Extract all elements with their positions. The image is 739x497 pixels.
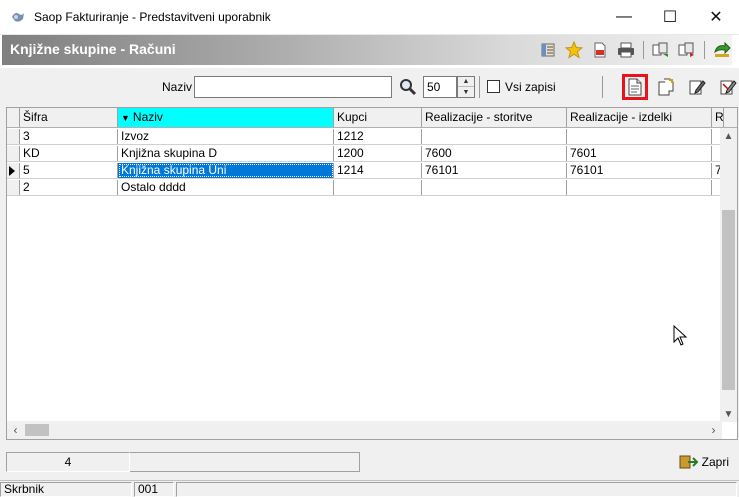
cell-naziv-selected[interactable]: Knjižna skupina Uni: [118, 163, 334, 178]
header-separator: [704, 41, 705, 59]
footer-panel: [130, 452, 360, 472]
horizontal-scroll-thumb[interactable]: [25, 424, 49, 436]
spinner-up-icon[interactable]: ▲: [458, 77, 474, 87]
column-header-re[interactable]: Re: [712, 108, 724, 127]
paste-records-icon[interactable]: [678, 41, 696, 59]
naziv-search-input[interactable]: [194, 76, 392, 98]
window-titlebar: Saop Fakturiranje - Predstavitveni upora…: [0, 0, 739, 34]
new-record-icon[interactable]: [622, 74, 648, 100]
cell-kupci[interactable]: [334, 180, 422, 195]
column-header-realizacije-izdelki[interactable]: Realizacije - izdelki: [567, 108, 712, 127]
search-icon[interactable]: [398, 77, 418, 97]
horizontal-scrollbar[interactable]: ‹ ›: [7, 421, 722, 439]
edit-record-icon[interactable]: [684, 74, 710, 100]
column-header-realizacije-storitve[interactable]: Realizacije - storitve: [422, 108, 567, 127]
cell-realizacije-izdelki[interactable]: 7601: [567, 146, 712, 161]
records-grid[interactable]: Šifra ▼ Naziv Kupci Realizacije - storitv…: [6, 107, 738, 440]
cell-realizacije-storitve[interactable]: 7600: [422, 146, 567, 161]
cell-realizacije-izdelki[interactable]: [567, 180, 712, 195]
print-icon[interactable]: [617, 41, 635, 59]
table-row[interactable]: 2 Ostalo dddd: [7, 180, 737, 196]
close-button-label: Zapri: [701, 455, 729, 469]
column-header-sifra[interactable]: Šifra: [20, 108, 118, 127]
row-indicator[interactable]: [7, 146, 20, 161]
cell-realizacije-izdelki[interactable]: [567, 129, 712, 144]
favorite-star-icon[interactable]: [565, 41, 583, 59]
scroll-right-icon[interactable]: ›: [705, 421, 722, 439]
cell-sifra[interactable]: 3: [20, 129, 118, 144]
cell-sifra[interactable]: 2: [20, 180, 118, 195]
cell-kupci[interactable]: 1214: [334, 163, 422, 178]
status-bar: Skrbnik 001: [0, 480, 739, 497]
scroll-down-icon[interactable]: ▼: [720, 406, 737, 422]
row-indicator-header: [7, 108, 20, 127]
section-header: Knjižne skupine - Računi: [0, 34, 739, 68]
close-button[interactable]: Zapri: [679, 452, 729, 472]
app-logo-icon: [12, 13, 24, 22]
tree-view-icon[interactable]: [539, 41, 557, 59]
cell-sifra[interactable]: KD: [20, 146, 118, 161]
copy-record-icon[interactable]: [653, 74, 679, 100]
record-limit-input[interactable]: [423, 76, 457, 98]
cell-kupci[interactable]: 1212: [334, 129, 422, 144]
filter-bar: Naziv ▲ ▼ Vsi zapisi: [0, 68, 739, 104]
exit-door-icon: [679, 455, 699, 469]
filter-separator: [602, 76, 603, 98]
scroll-left-icon[interactable]: ‹: [7, 421, 24, 439]
status-company-code: 001: [134, 482, 174, 497]
cell-realizacije-storitve[interactable]: [422, 129, 567, 144]
cell-naziv[interactable]: Ostalo dddd: [118, 180, 334, 195]
cell-naziv[interactable]: Izvoz: [118, 129, 334, 144]
table-row[interactable]: 3 Izvoz 1212: [7, 129, 737, 145]
scroll-up-icon[interactable]: ▲: [720, 128, 737, 144]
record-limit-spinner[interactable]: ▲ ▼: [457, 76, 475, 98]
column-header-naziv[interactable]: ▼ Naziv: [118, 108, 334, 127]
header-separator: [643, 41, 644, 59]
all-records-label: Vsi zapisi: [505, 80, 556, 94]
column-header-kupci[interactable]: Kupci: [334, 108, 422, 127]
vertical-scrollbar[interactable]: ▲ ▼: [720, 128, 737, 422]
status-user-role: Skrbnik: [0, 482, 132, 497]
section-title: Knjižne skupine - Računi: [10, 41, 176, 57]
delete-record-icon[interactable]: [715, 74, 739, 100]
row-indicator[interactable]: [7, 129, 20, 144]
window-title: Saop Fakturiranje - Predstavitveni upora…: [34, 10, 271, 24]
close-window-button[interactable]: ✕: [693, 0, 739, 34]
footer-bar: 4 Zapri: [0, 448, 739, 476]
cell-realizacije-izdelki[interactable]: 76101: [567, 163, 712, 178]
cell-kupci[interactable]: 1200: [334, 146, 422, 161]
mouse-cursor-icon: [673, 325, 687, 346]
pdf-export-icon[interactable]: [591, 41, 609, 59]
row-indicator[interactable]: [7, 163, 20, 178]
maximize-button[interactable]: ☐: [647, 0, 693, 34]
record-count: 4: [6, 452, 130, 472]
run-arrow-icon[interactable]: [713, 41, 731, 59]
sort-descending-icon: ▼: [121, 113, 130, 123]
cell-realizacije-storitve[interactable]: [422, 180, 567, 195]
row-indicator[interactable]: [7, 180, 20, 195]
spinner-down-icon[interactable]: ▼: [458, 87, 474, 97]
vertical-scroll-thumb[interactable]: [722, 210, 735, 390]
cell-realizacije-storitve[interactable]: 76101: [422, 163, 567, 178]
status-message-panel: [176, 482, 737, 497]
column-header-naziv-label: Naziv: [132, 110, 163, 124]
filter-separator: [479, 76, 480, 98]
naziv-label: Naziv: [162, 80, 193, 94]
table-row[interactable]: KD Knjižna skupina D 1200 7600 7601: [7, 146, 737, 162]
cell-naziv[interactable]: Knjižna skupina D: [118, 146, 334, 161]
current-row-pointer-icon: [9, 166, 15, 176]
table-row-selected[interactable]: 5 Knjižna skupina Uni 1214 76101 76101 7…: [7, 163, 737, 179]
cell-sifra[interactable]: 5: [20, 163, 118, 178]
minimize-button[interactable]: —: [601, 0, 647, 34]
all-records-checkbox[interactable]: [487, 80, 500, 93]
grid-header-row: Šifra ▼ Naziv Kupci Realizacije - storitv…: [7, 108, 737, 128]
copy-records-icon[interactable]: [652, 41, 670, 59]
